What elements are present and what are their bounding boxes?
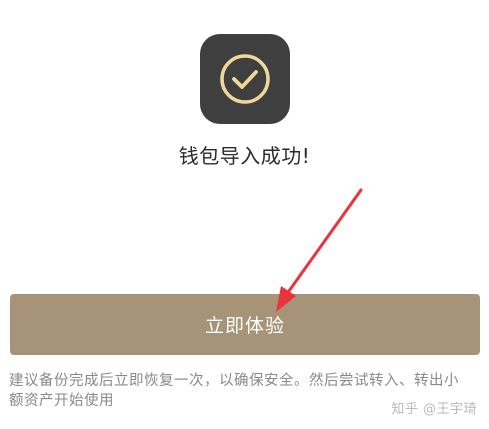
wallet-import-success-screen: 钱包导入成功! 立即体验 建议备份完成后立即恢复一次，以确保安全。然后尝试转入、… xyxy=(0,0,489,429)
watermark: 知乎 @王宇琦 xyxy=(391,402,477,417)
check-circle-icon xyxy=(220,54,270,104)
app-icon xyxy=(200,34,290,124)
success-title: 钱包导入成功! xyxy=(178,144,311,168)
try-now-button[interactable]: 立即体验 xyxy=(10,294,480,355)
